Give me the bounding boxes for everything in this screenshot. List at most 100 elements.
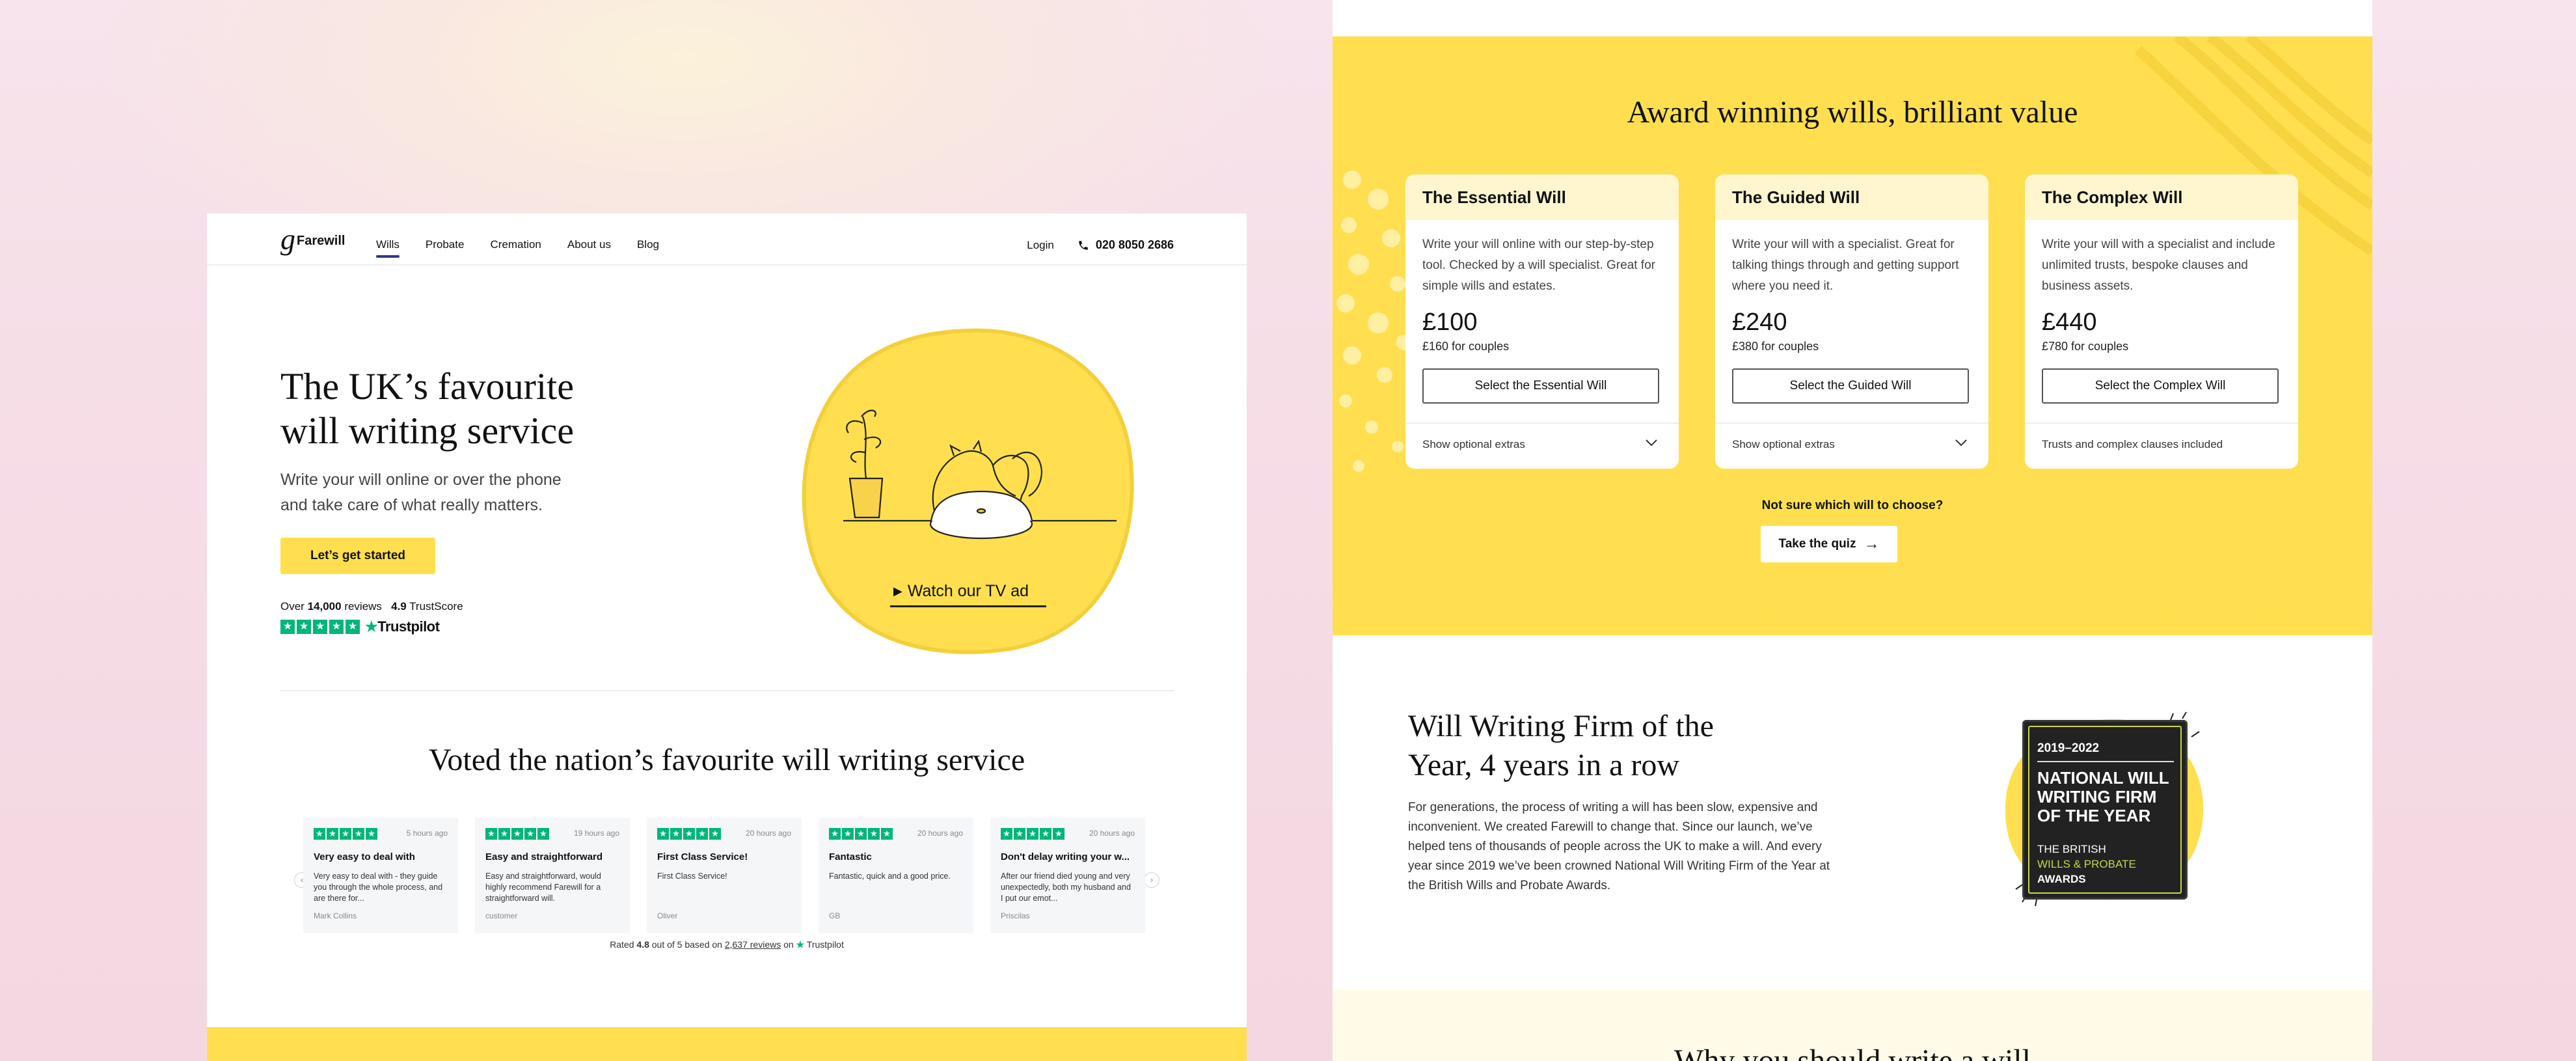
next-section-title: Why you should write a will: [1674, 1043, 2031, 1061]
review-card[interactable]: ★ ★ ★ ★ ★ 20 hours ago Don't delay writing y…: [990, 818, 1145, 933]
reviews-summary: Over 14,000 reviews 4.9 TrustScore: [280, 600, 463, 613]
nav-link-wills[interactable]: Wills: [376, 238, 400, 258]
star-icon: ★: [683, 828, 695, 840]
trustpilot-logo-text: ★Trustpilot: [365, 618, 440, 635]
reviews-count: 14,000: [307, 600, 342, 613]
card-title: The Complex Will: [2042, 187, 2183, 207]
dots-decoration: [1336, 171, 1412, 472]
show-optional-extras-toggle[interactable]: Show optional extras: [1732, 438, 1835, 451]
review-stars: ★ ★ ★ ★ ★: [657, 828, 721, 840]
review-stars: ★ ★ ★ ★ ★: [1001, 828, 1064, 840]
card-couples-price: £380 for couples: [1732, 340, 1819, 353]
reviews-suffix: reviews: [344, 600, 382, 613]
chevron-down-icon[interactable]: [1953, 435, 1969, 450]
trustpilot-star-icon: ★: [365, 618, 378, 635]
trustpilot-word: Trustpilot: [377, 618, 440, 635]
review-time: 5 hours ago: [406, 829, 448, 838]
hero-title-line2: will writing service: [280, 409, 575, 452]
star-icon: ★: [366, 828, 377, 840]
star-icon: ★: [670, 828, 682, 840]
select-essential-will-button[interactable]: Select the Essential Will: [1422, 368, 1659, 404]
badge-years: 2019–2022: [2037, 741, 2100, 755]
badge-brit-line1: THE BRITISH: [2037, 843, 2106, 855]
review-author: Oliver: [657, 911, 678, 920]
award-badge: 2019–2022 NATIONAL WILL WRITING FIRM OF …: [2022, 720, 2188, 900]
hero-subtitle-line1: Write your will online or over the phone: [280, 471, 562, 489]
card-divider: [1405, 422, 1679, 424]
nav-right: Login 020 8050 2686: [1027, 238, 1174, 252]
star-icon: ★: [537, 828, 549, 840]
star-icon: ★: [353, 828, 364, 840]
hero-subtitle-line2: and take care of what really matters.: [280, 496, 543, 514]
trustpilot-rating[interactable]: ★ ★ ★ ★ ★ ★Trustpilot: [280, 618, 440, 635]
reviews-prefix: Over: [280, 600, 305, 613]
star-icon: ★: [297, 620, 311, 634]
phone-icon: [1079, 240, 1088, 250]
trust-score: 4.9: [391, 600, 407, 613]
badge-awards-name: THE BRITISH WILLS & PROBATE AWARDS: [2037, 842, 2136, 887]
review-body: Very easy to deal with - they guide you …: [314, 872, 443, 903]
quiz-label: Take the quiz: [1778, 537, 1856, 551]
review-time: 20 hours ago: [1089, 829, 1135, 838]
rated-mid: out of 5 based on: [651, 939, 722, 950]
review-card[interactable]: ★ ★ ★ ★ ★ 19 hours ago Easy and straightforw…: [475, 818, 630, 933]
rated-prefix: Rated: [610, 939, 634, 950]
watch-tv-ad-link[interactable]: ▶ Watch our TV ad: [893, 582, 1029, 601]
rated-count-link[interactable]: 2,637 reviews: [725, 939, 781, 950]
next-section-yellow-band: [207, 1027, 1247, 1061]
select-guided-will-button[interactable]: Select the Guided Will: [1732, 368, 1969, 404]
pricing-title: Award winning wills, brilliant value: [1627, 95, 2078, 130]
trustpilot-stars: ★ ★ ★ ★ ★: [280, 620, 360, 634]
rated-on: on: [783, 939, 794, 950]
star-icon: ★: [1014, 828, 1025, 840]
carousel-next-button[interactable]: ›: [1144, 872, 1159, 888]
review-card[interactable]: ★ ★ ★ ★ ★ 20 hours ago First Class Service! …: [647, 818, 802, 933]
review-title: Don't delay writing your w...: [1001, 851, 1130, 862]
review-title: Very easy to deal with: [314, 851, 415, 862]
star-icon: ★: [511, 828, 523, 840]
nav-link-about-us[interactable]: About us: [567, 238, 611, 258]
review-stars: ★ ★ ★ ★ ★: [829, 828, 893, 840]
award-title: Will Writing Firm of the Year, 4 years i…: [1408, 707, 1811, 785]
chevron-right-icon: ›: [1150, 875, 1154, 885]
card-price: £240: [1732, 309, 1787, 336]
arrow-right-icon: →: [1864, 535, 1880, 553]
logo-text: Farewill: [297, 234, 346, 248]
star-icon: ★: [855, 828, 867, 840]
trust-score-label: TrustScore: [409, 600, 463, 613]
phone-link[interactable]: 020 8050 2686: [1078, 238, 1174, 252]
star-icon: ★: [498, 828, 510, 840]
star-icon: ★: [280, 620, 295, 634]
star-icon: ★: [1053, 828, 1064, 840]
homepage-panel: g Farewill Wills Probate Cremation About…: [207, 214, 1247, 1061]
reviews-section-title: Voted the nation’s favourite will writin…: [428, 743, 1025, 777]
review-card[interactable]: ★ ★ ★ ★ ★ 20 hours ago Fantastic Fantastic, …: [819, 818, 973, 933]
chevron-down-icon[interactable]: [1644, 435, 1659, 450]
review-card[interactable]: ★ ★ ★ ★ ★ 5 hours ago Very easy to deal with…: [303, 818, 458, 933]
card-divider: [2025, 422, 2298, 424]
card-description: Write your will with a specialist and in…: [2042, 238, 2275, 293]
review-title: Fantastic: [829, 851, 872, 862]
show-optional-extras-toggle[interactable]: Show optional extras: [1422, 438, 1525, 451]
take-the-quiz-button[interactable]: Take the quiz →: [1761, 526, 1897, 562]
nav-links: Wills Probate Cremation About us Blog: [376, 238, 685, 258]
nav-link-blog[interactable]: Blog: [637, 238, 659, 258]
login-link[interactable]: Login: [1027, 239, 1054, 252]
get-started-button[interactable]: Let’s get started: [280, 538, 435, 574]
star-icon: ★: [1040, 828, 1051, 840]
star-icon: ★: [881, 828, 893, 840]
nav-link-probate[interactable]: Probate: [426, 238, 465, 258]
pricing-panel: Award winning wills, brilliant value The…: [1333, 0, 2372, 1061]
not-sure-text: Not sure which will to choose?: [1761, 499, 1944, 512]
star-icon: ★: [1027, 828, 1038, 840]
select-complex-will-button[interactable]: Select the Complex Will: [2042, 368, 2279, 404]
review-author: Mark Collins: [314, 911, 357, 920]
star-icon: ★: [327, 828, 338, 840]
nav-link-cremation[interactable]: Cremation: [490, 238, 541, 258]
essential-will-card: The Essential Will Write your will onlin…: [1405, 174, 1679, 469]
farewill-logo[interactable]: g Farewill: [280, 225, 346, 255]
star-icon: ★: [657, 828, 669, 840]
review-author: Priscilas: [1001, 911, 1030, 920]
trusts-included-note: Trusts and complex clauses included: [2042, 438, 2223, 450]
star-icon: ★: [485, 828, 497, 840]
